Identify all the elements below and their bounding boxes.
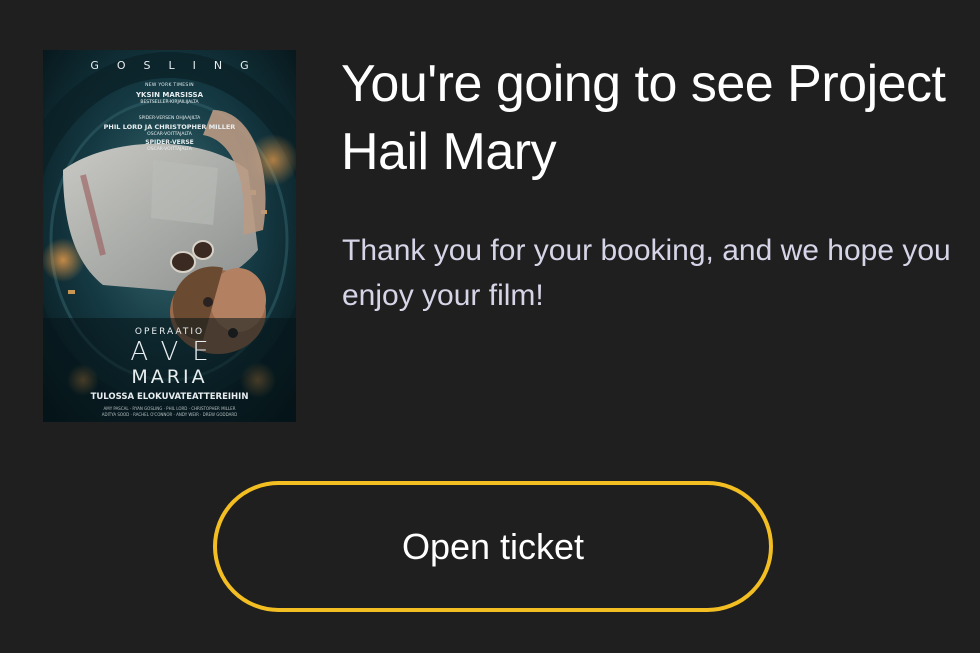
poster-oscar-line: OSCAR-VOITTAJALTA <box>147 132 192 137</box>
poster-tagline-small: NEW YORK TIMESIN <box>145 83 194 88</box>
booking-thank-you-message: Thank you for your booking, and we hope … <box>342 234 951 312</box>
poster-release: TULOSSA ELOKUVATEATTEREIHIN <box>90 392 249 402</box>
open-ticket-button[interactable]: Open ticket <box>213 481 773 612</box>
movie-poster: GOSLING NEW YORK TIMESIN YKSIN MARSISSA … <box>43 50 296 422</box>
poster-credits-2: ADITYA SOOD · RACHEL O'CONNOR · ANDY WEI… <box>101 412 238 417</box>
poster-title-line-1: AVE <box>130 337 223 367</box>
booking-headline: You're going to see Project Hail Mary <box>341 55 946 181</box>
poster-operaatio: OPERAATIO <box>134 327 205 337</box>
poster-oscar-line-2: OSCAR-VOITTAJALTA <box>147 147 192 152</box>
poster-spider-verse: SPIDER-VERSE <box>145 139 194 146</box>
poster-directors: PHIL LORD JA CHRISTOPHER MILLER <box>103 123 236 131</box>
poster-tagline-title: YKSIN MARSISSA <box>135 91 204 99</box>
poster-credits-1: AMY PASCAL · RYAN GOSLING · PHIL LORD · … <box>103 406 236 411</box>
poster-tagline-sub: BESTSELLER-KIRJAILIJALTA <box>140 100 199 105</box>
poster-title-line-2: MARIA <box>131 366 208 388</box>
poster-actor-name: GOSLING <box>90 59 267 72</box>
poster-from-line: SPIDER-VERSEN OHJAAJILTA <box>138 116 201 121</box>
